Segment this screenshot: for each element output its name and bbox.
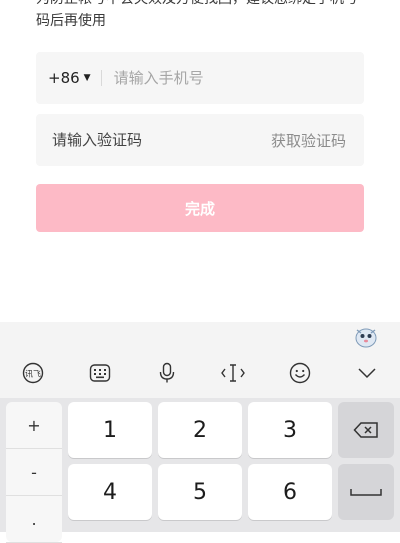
symbol-key-minus[interactable]: - [6,449,62,496]
keyboard: 讯飞 + - . 1 2 3 4 5 6 [0,322,400,543]
verification-code-input[interactable] [50,130,244,150]
backspace-icon [353,422,378,438]
country-code-selector[interactable]: +86 ▼ [48,69,102,87]
space-key[interactable] [338,464,394,520]
collapse-icon[interactable] [350,358,384,388]
keyboard-toolbar: 讯飞 [0,356,400,390]
symbol-key-dot[interactable]: . [6,496,62,543]
bind-phone-notice: 为防止帐号不会失效及方便找回，建议您绑定手机号码后再使用 [36,0,358,29]
key-3[interactable]: 3 [248,402,332,458]
keypad: + - . 1 2 3 4 5 6 [0,398,400,543]
mascot-icon[interactable] [354,326,378,348]
done-button[interactable]: 完成 [36,184,364,232]
phone-input[interactable] [111,68,336,88]
space-icon [350,489,382,496]
svg-text:讯飞: 讯飞 [25,370,41,379]
get-code-button[interactable]: 获取验证码 [271,130,346,151]
key-5[interactable]: 5 [158,464,242,520]
key-1[interactable]: 1 [68,402,152,458]
phone-field[interactable]: +86 ▼ [36,52,364,104]
backspace-key[interactable] [338,402,394,458]
cursor-icon[interactable] [216,358,250,388]
voice-input-icon[interactable]: 讯飞 [16,358,50,388]
emoji-icon[interactable] [283,358,317,388]
symbol-column: + - . [6,402,62,543]
microphone-icon[interactable] [150,358,184,388]
keyboard-icon[interactable] [83,358,117,388]
caret-down-icon: ▼ [83,73,91,83]
symbol-key-plus[interactable]: + [6,402,62,449]
verification-code-field[interactable]: 获取验证码 [36,114,364,166]
key-4[interactable]: 4 [68,464,152,520]
country-code-label: +86 [48,69,80,87]
key-6[interactable]: 6 [248,464,332,520]
key-2[interactable]: 2 [158,402,242,458]
